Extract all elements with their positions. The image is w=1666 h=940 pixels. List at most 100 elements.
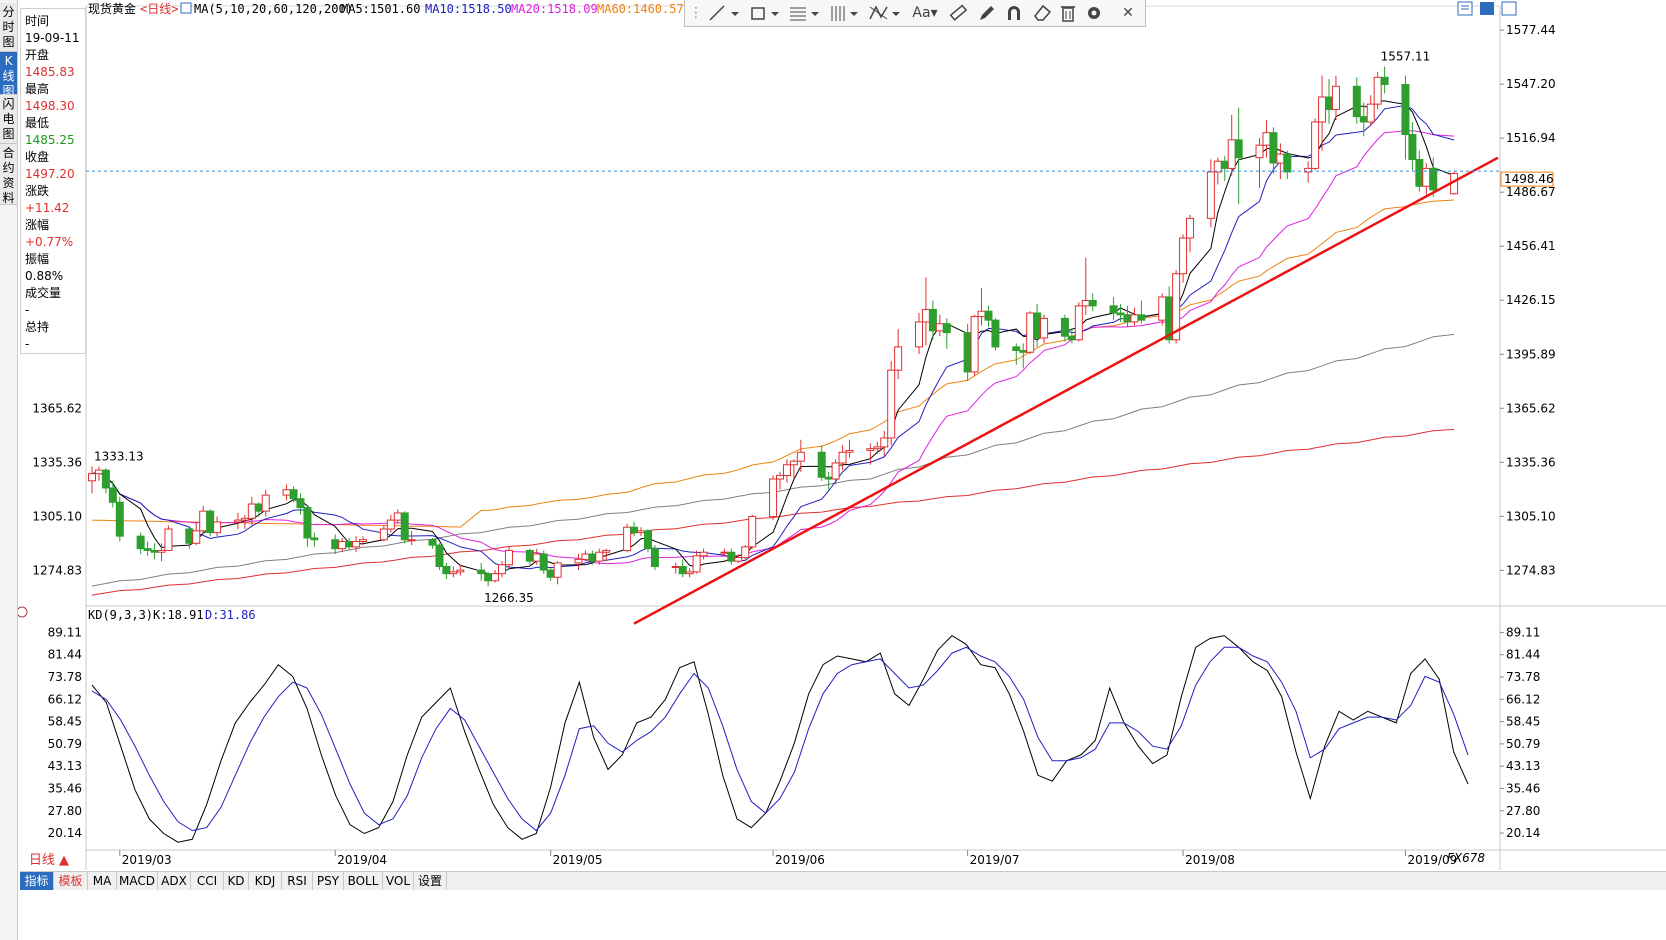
magnet-icon[interactable]: [1003, 2, 1025, 24]
candle-up: [199, 510, 208, 532]
tab-contract-info[interactable]: 合约资料: [0, 144, 17, 205]
kd-axis-label: 43.13: [1506, 759, 1540, 773]
month-label: 2019/07: [970, 853, 1020, 867]
indicator-tab-7[interactable]: KDJ: [249, 872, 282, 890]
current-price-label: 1498.46: [1504, 172, 1554, 186]
candle-down: [115, 501, 124, 537]
candle-up: [1206, 171, 1215, 219]
price-axis-label: 1395.89: [1506, 347, 1556, 361]
text-tool-icon[interactable]: Aa▾: [907, 2, 943, 24]
low-value: 1485.25: [25, 133, 75, 147]
line-tool-icon[interactable]: [705, 2, 743, 24]
candle-down: [650, 548, 659, 568]
candle-down: [643, 530, 652, 550]
indicator-tab-12[interactable]: 设置: [414, 872, 447, 890]
instrument-name: 现货黄金: [88, 1, 136, 16]
fib-tool-icon[interactable]: [787, 2, 823, 24]
candle-down: [1380, 76, 1389, 85]
kd-axis-label: 50.79: [1506, 737, 1540, 751]
price-panel-frame: [85, 5, 1501, 607]
candle-down: [143, 548, 152, 551]
close-icon[interactable]: ✕: [1117, 2, 1139, 24]
candle-down: [824, 476, 833, 480]
candle-up: [1074, 305, 1083, 341]
price-axis-label: 1486.67: [1506, 185, 1556, 199]
ruler-icon[interactable]: [947, 2, 969, 24]
candle-up: [1213, 160, 1222, 173]
window-close-icon: [1501, 1, 1517, 16]
high-label: 最高: [25, 82, 50, 96]
indicator-tab-1[interactable]: 模板: [54, 872, 88, 890]
ma-toggle-icon: [180, 2, 192, 14]
text-tool-label: Aa: [912, 5, 931, 21]
candle-up: [796, 451, 805, 462]
candle-up: [1311, 121, 1320, 169]
pen-icon[interactable]: [975, 2, 997, 24]
kd-axis-label-left: 20.14: [48, 826, 82, 840]
candle-down: [1359, 116, 1368, 123]
gear-icon[interactable]: [1083, 2, 1105, 24]
candle-up: [1262, 132, 1271, 146]
parallel-tool-icon[interactable]: [827, 2, 863, 24]
kd-axis-label-left: 58.45: [48, 715, 82, 729]
indicator-tab-5[interactable]: CCI: [191, 872, 224, 890]
pattern-tool-icon[interactable]: [867, 2, 903, 24]
kd-label: KD(9,3,3): [88, 608, 153, 622]
indicator-tab-9[interactable]: PSY: [313, 872, 344, 890]
month-label: 2019/05: [553, 853, 603, 867]
time-label: 时间: [25, 14, 50, 28]
grip-icon[interactable]: ⋮: [689, 2, 703, 24]
candle-up: [1081, 300, 1090, 307]
tab-timeshare[interactable]: 分时图: [0, 3, 17, 52]
candle-up: [164, 528, 173, 551]
indicator-tab-4[interactable]: ADX: [158, 872, 191, 890]
open-interest-value: -: [25, 337, 30, 351]
kd-axis-label: 27.80: [1506, 804, 1540, 818]
candle-down: [630, 526, 639, 534]
indicator-tab-6[interactable]: KD: [224, 872, 249, 890]
indicator-tab-0[interactable]: 指标: [20, 872, 54, 890]
rect-tool-icon[interactable]: [747, 2, 783, 24]
price-axis-label: 1577.44: [1506, 23, 1556, 37]
candle-up: [1373, 76, 1382, 105]
amplitude-value: 0.88%: [25, 269, 64, 283]
low-annotation: 1266.35: [484, 591, 534, 605]
month-label: 2019/04: [337, 853, 387, 867]
candle-down: [984, 310, 993, 321]
candle-down: [1137, 314, 1146, 321]
chart-canvas[interactable]: 现货黄金 <日线> MA(5,10,20,60,120,200)MA5:1501.6…: [0, 0, 1666, 940]
tab-kline[interactable]: K线图: [0, 52, 17, 98]
candle-up: [192, 530, 201, 544]
period-selector[interactable]: 日线 ▲: [20, 852, 78, 870]
candle-down: [331, 539, 340, 550]
candle-down: [928, 308, 937, 332]
candle-up: [352, 541, 361, 548]
indicator-tab-2[interactable]: MA: [88, 872, 117, 890]
candle-down: [1123, 314, 1132, 323]
candle-up: [1366, 103, 1375, 123]
price-axis-label-left: 1305.10: [32, 509, 82, 523]
candle-down: [1401, 83, 1410, 135]
indicator-tab-3[interactable]: MACD: [117, 872, 158, 890]
candle-up: [692, 555, 701, 573]
candle-up: [393, 512, 402, 521]
candle-down: [150, 549, 159, 553]
candle-up: [935, 323, 944, 332]
tab-flash[interactable]: 闪电图: [0, 95, 17, 144]
indicator-tab-8[interactable]: RSI: [282, 872, 313, 890]
candle-up: [887, 369, 896, 439]
candle-down: [1220, 160, 1229, 169]
candle-up: [970, 316, 979, 373]
candle-up: [504, 549, 513, 566]
candle-up: [873, 446, 882, 450]
candle-up: [574, 558, 583, 564]
trash-icon[interactable]: [1057, 2, 1079, 24]
candle-down: [442, 566, 451, 575]
indicator-tab-10[interactable]: BOLL: [344, 872, 383, 890]
candle-down: [1012, 346, 1021, 351]
price-axis-label: 1516.94: [1506, 131, 1556, 145]
eraser-icon[interactable]: [1031, 2, 1053, 24]
candle-down: [546, 569, 555, 578]
indicator-tab-11[interactable]: VOL: [383, 872, 414, 890]
candle-down: [1109, 305, 1118, 314]
